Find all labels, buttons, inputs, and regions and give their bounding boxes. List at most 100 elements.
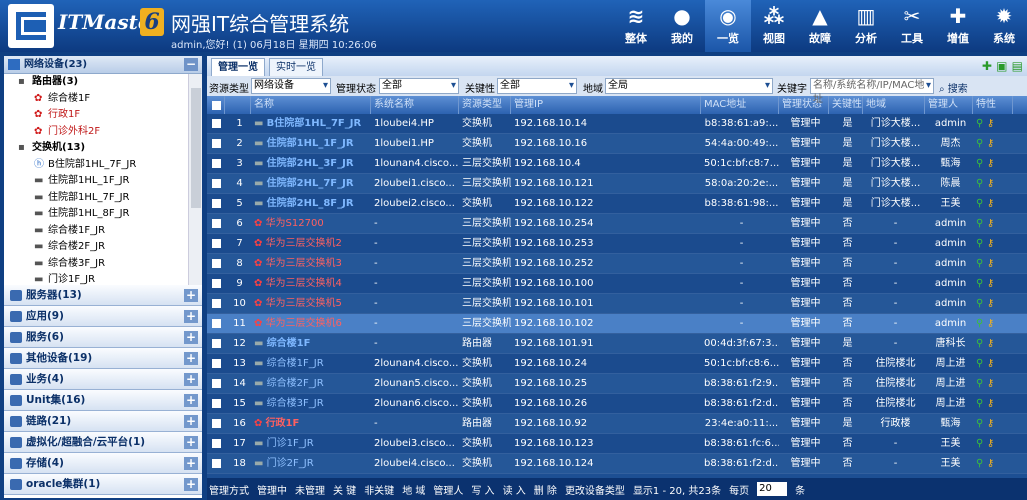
monitor-icon[interactable]: ⚲ <box>976 398 987 409</box>
footer-action[interactable]: 管理中 <box>257 482 287 497</box>
cell-name[interactable]: ▬ 住院部2HL_7F_JR <box>251 174 371 193</box>
row-checkbox[interactable] <box>212 199 221 208</box>
row-select[interactable] <box>207 394 225 413</box>
cell-name[interactable]: ▬ 门诊1F_JR <box>251 434 371 453</box>
device-name[interactable]: 住院部1HL_1F_JR <box>267 138 354 149</box>
row-checkbox[interactable] <box>212 299 221 308</box>
tree-item[interactable]: ✿ 综合楼1F <box>4 91 202 108</box>
monitor-icon[interactable]: ⚲ <box>976 118 987 129</box>
row-checkbox[interactable] <box>212 259 221 268</box>
monitor-icon[interactable]: ⚲ <box>976 218 987 229</box>
row-checkbox[interactable] <box>212 379 221 388</box>
tree-item[interactable]: ▪ 交换机(13) <box>4 140 202 157</box>
tree-item[interactable]: ▬ 综合楼3F_JR <box>4 256 202 273</box>
footer-action[interactable]: 更改设备类型 <box>565 482 625 497</box>
table-row[interactable]: 2 ▬ 住院部1HL_1F_JR 1loubei1.HP 交换机 192.168.10.… <box>207 134 1027 154</box>
footer-action[interactable]: 删 除 <box>534 482 557 497</box>
device-name[interactable]: 华为三层交换机6 <box>266 318 342 329</box>
cell-name[interactable]: ▬ B住院部1HL_7F_JR <box>251 114 371 133</box>
table-row[interactable]: 13 ▬ 综合楼1F_JR 2lounan4.cisco... 交换机 192.168.… <box>207 354 1027 374</box>
category-item[interactable]: Unit集(16) + <box>4 390 202 411</box>
category-item[interactable]: 服务(6) + <box>4 327 202 348</box>
footer-action[interactable]: 非关键 <box>364 482 394 497</box>
row-select[interactable] <box>207 354 225 373</box>
key-select[interactable]: 全部 <box>497 78 577 94</box>
row-checkbox[interactable] <box>212 459 221 468</box>
cell-name[interactable]: ✿ 华为三层交换机4 <box>251 274 371 293</box>
device-name[interactable]: 综合楼2F_JR <box>267 378 324 389</box>
tab-realtime[interactable]: 实时一览 <box>269 58 323 76</box>
add-icon[interactable]: ✚ ▣ ▤ <box>982 59 1023 73</box>
row-checkbox[interactable] <box>212 279 221 288</box>
tree-item[interactable]: ▬ 综合楼1F_JR <box>4 223 202 240</box>
expand-button[interactable]: + <box>184 331 198 344</box>
cell-name[interactable]: ✿ 华为三层交换机6 <box>251 314 371 333</box>
key-icon[interactable]: ⚷ <box>987 138 994 149</box>
column-header[interactable]: MAC地址 <box>701 96 779 114</box>
row-select[interactable] <box>207 254 225 273</box>
table-row[interactable]: 11 ✿ 华为三层交换机6- 三层交换机 192.168.10.102- 管理中否 - ad… <box>207 314 1027 334</box>
monitor-icon[interactable]: ⚲ <box>976 178 987 189</box>
cell-name[interactable]: ✿ 华为S12700 <box>251 214 371 233</box>
status-select[interactable]: 全部 <box>379 78 459 94</box>
tree-item[interactable]: ▪ 路由器(3) <box>4 74 202 91</box>
row-select[interactable] <box>207 434 225 453</box>
select-all-checkbox[interactable] <box>212 101 221 110</box>
monitor-icon[interactable]: ⚲ <box>976 358 987 369</box>
row-select[interactable] <box>207 314 225 333</box>
key-icon[interactable]: ⚷ <box>987 318 994 329</box>
monitor-icon[interactable]: ⚲ <box>976 238 987 249</box>
column-header[interactable]: 资源类型 <box>459 96 511 114</box>
tree-scrollbar[interactable] <box>188 74 202 285</box>
column-header[interactable]: 管理人 <box>925 96 973 114</box>
nav-overview[interactable]: ◉ 一览 <box>705 0 751 52</box>
device-name[interactable]: 综合楼3F_JR <box>267 398 324 409</box>
nav-layers[interactable]: ≋ 整体 <box>613 0 659 52</box>
expand-button[interactable]: + <box>184 478 198 491</box>
category-item[interactable]: 服务器(13) + <box>4 285 202 306</box>
device-name[interactable]: 门诊1F_JR <box>267 438 314 449</box>
key-icon[interactable]: ⚷ <box>987 178 994 189</box>
monitor-icon[interactable]: ⚲ <box>976 258 987 269</box>
row-checkbox[interactable] <box>212 439 221 448</box>
table-row[interactable]: 15 ▬ 综合楼3F_JR 2lounan6.cisco... 交换机 192.168.… <box>207 394 1027 414</box>
monitor-icon[interactable]: ⚲ <box>976 458 987 469</box>
cell-name[interactable]: ▬ 住院部2HL_3F_JR <box>251 154 371 173</box>
device-name[interactable]: B住院部1HL_7F_JR <box>267 118 362 129</box>
row-select[interactable] <box>207 274 225 293</box>
nav-user[interactable]: ● 我的 <box>659 0 705 52</box>
row-checkbox[interactable] <box>212 219 221 228</box>
row-checkbox[interactable] <box>212 179 221 188</box>
expand-button[interactable]: + <box>184 415 198 428</box>
category-item[interactable]: 应用(9) + <box>4 306 202 327</box>
row-select[interactable] <box>207 454 225 473</box>
table-row[interactable]: 8 ✿ 华为三层交换机3- 三层交换机 192.168.10.252- 管理中否 - adm… <box>207 254 1027 274</box>
cell-name[interactable]: ▬ 综合楼1F <box>251 334 371 353</box>
tree-item[interactable]: ⓗ B住院部1HL_7F_JR <box>4 157 202 174</box>
device-name[interactable]: 住院部2HL_3F_JR <box>267 158 354 169</box>
monitor-icon[interactable]: ⚲ <box>976 418 987 429</box>
monitor-icon[interactable]: ⚲ <box>976 338 987 349</box>
cell-name[interactable]: ✿ 华为三层交换机5 <box>251 294 371 313</box>
network-devices-header[interactable]: 网络设备(23) − <box>4 56 202 74</box>
table-row[interactable]: 12 ▬ 综合楼1F - 路由器 192.168.101.91 00:4d:3f:67:3… <box>207 334 1027 354</box>
column-header[interactable]: 特性 <box>973 96 1013 114</box>
expand-button[interactable]: + <box>184 352 198 365</box>
device-name[interactable]: 综合楼1F <box>267 338 311 349</box>
table-row[interactable]: 1 ▬ B住院部1HL_7F_JR 1loubei4.HP 交换机 192.168.10… <box>207 114 1027 134</box>
tree-item[interactable]: ▬ 门诊1F_JR <box>4 272 202 285</box>
row-checkbox[interactable] <box>212 119 221 128</box>
category-item[interactable]: 虚拟化/超融合/云平台(1) + <box>4 432 202 453</box>
tree-item[interactable]: ✿ 行政1F <box>4 107 202 124</box>
expand-button[interactable]: + <box>184 394 198 407</box>
header-select-all[interactable] <box>207 96 225 114</box>
row-checkbox[interactable] <box>212 239 221 248</box>
cell-name[interactable]: ✿ 华为三层交换机3 <box>251 254 371 273</box>
device-name[interactable]: 华为S12700 <box>266 218 324 229</box>
column-header[interactable]: 管理IP <box>511 96 701 114</box>
row-select[interactable] <box>207 374 225 393</box>
tree-item[interactable]: ▬ 住院部1HL_1F_JR <box>4 173 202 190</box>
table-row[interactable]: 6 ✿ 华为S12700- 三层交换机 192.168.10.254- 管理中否 - adm… <box>207 214 1027 234</box>
expand-button[interactable]: + <box>184 289 198 302</box>
nav-gear[interactable]: ✹ 系统 <box>981 0 1027 52</box>
